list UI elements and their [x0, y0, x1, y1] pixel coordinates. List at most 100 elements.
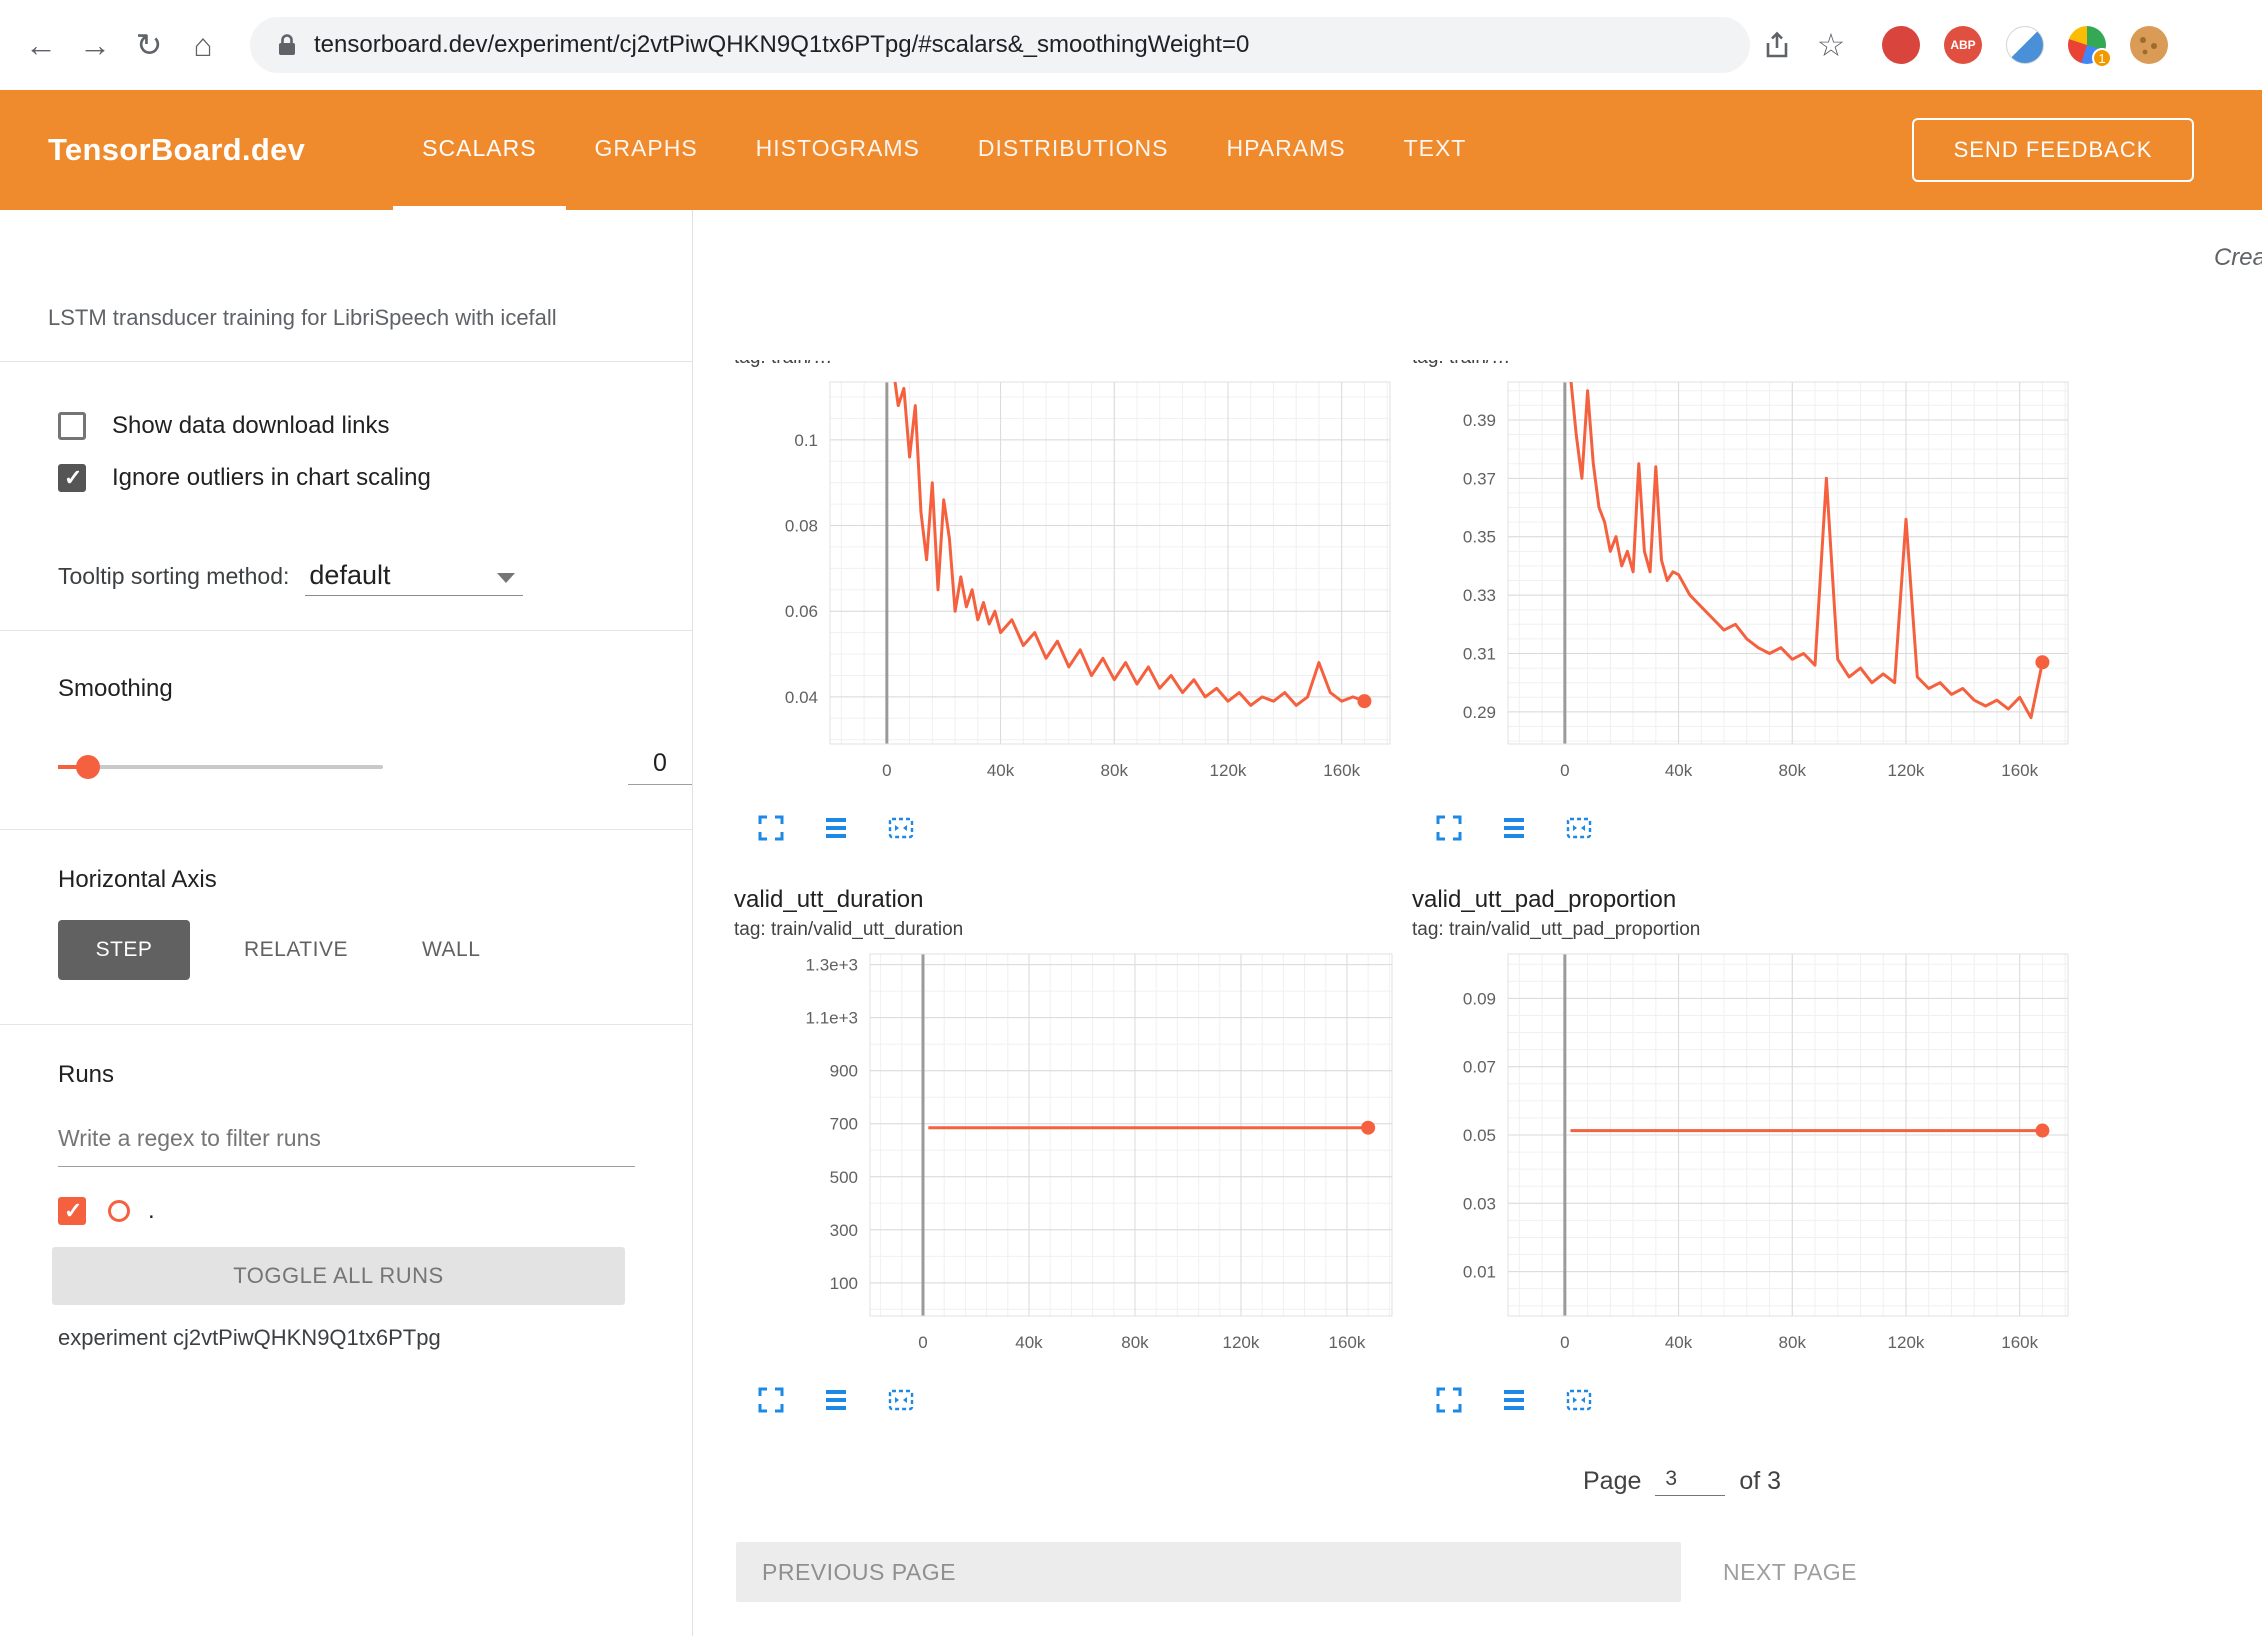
chart-tag: tag: train/valid_utt_pad_proportion	[1412, 916, 2072, 944]
fit-domain-icon[interactable]	[1564, 1385, 1594, 1415]
svg-text:0.04: 0.04	[785, 688, 818, 707]
svg-text:0: 0	[1560, 1333, 1569, 1352]
main-content: Crea tag: train/… 0.10.080.060.04040k80k…	[693, 210, 2262, 1636]
svg-text:0.37: 0.37	[1463, 469, 1496, 488]
axis-wall-button[interactable]: WALL	[402, 920, 500, 980]
abp-extension-icon[interactable]: ABP	[1944, 26, 1982, 64]
back-icon[interactable]: ←	[14, 18, 68, 72]
tab-scalars[interactable]: SCALARS	[393, 90, 565, 210]
run-checkbox[interactable]	[58, 1197, 86, 1225]
smoothing-slider-thumb[interactable]	[76, 755, 100, 779]
svg-text:80k: 80k	[1779, 761, 1807, 780]
charts-scroll-area[interactable]: tag: train/… 0.10.080.060.04040k80k120k1…	[693, 360, 2262, 1636]
expand-chart-icon[interactable]	[756, 813, 786, 843]
abp-label: ABP	[1944, 26, 1982, 64]
svg-text:0.31: 0.31	[1463, 645, 1496, 664]
created-clipped-text: Crea	[2214, 244, 2262, 272]
show-download-links-checkbox[interactable]	[58, 412, 86, 440]
data-list-icon[interactable]	[1499, 1385, 1529, 1415]
svg-text:80k: 80k	[1101, 761, 1129, 780]
svg-text:40k: 40k	[987, 761, 1015, 780]
chart-tag: tag: train/valid_utt_duration	[734, 916, 1394, 944]
svg-text:160k: 160k	[2001, 761, 2038, 780]
experiment-id: experiment cj2vtPiwQHKN9Q1tx6PTpg	[58, 1325, 692, 1351]
svg-text:0.05: 0.05	[1463, 1126, 1496, 1145]
app-header: TensorBoard.dev SCALARS GRAPHS HISTOGRAM…	[0, 90, 2262, 210]
svg-text:0.07: 0.07	[1463, 1058, 1496, 1077]
expand-chart-icon[interactable]	[1434, 813, 1464, 843]
previous-page-button[interactable]: PREVIOUS PAGE	[736, 1542, 1681, 1602]
browser-toolbar: ← → ↻ ⌂ tensorboard.dev/experiment/cj2vt…	[0, 0, 2262, 90]
next-page-button[interactable]: NEXT PAGE	[1717, 1542, 1863, 1602]
fit-domain-icon[interactable]	[886, 1385, 916, 1415]
svg-text:700: 700	[830, 1115, 858, 1134]
cookie-extension-icon[interactable]	[2130, 26, 2168, 64]
fit-domain-icon[interactable]	[886, 813, 916, 843]
smoothing-label: Smoothing	[58, 675, 692, 703]
svg-text:40k: 40k	[1665, 761, 1693, 780]
svg-text:1.1e+3: 1.1e+3	[806, 1009, 858, 1028]
ignore-outliers-row[interactable]: Ignore outliers in chart scaling	[58, 464, 692, 492]
tooltip-sorting-dropdown[interactable]: default	[305, 560, 523, 596]
chart-plot[interactable]: 0.10.080.060.04040k80k120k160k	[734, 372, 1394, 792]
pagination: Page of 3	[693, 1456, 2262, 1496]
horizontal-axis-buttons: STEP RELATIVE WALL	[58, 920, 692, 980]
data-list-icon[interactable]	[821, 1385, 851, 1415]
home-icon[interactable]: ⌂	[176, 18, 230, 72]
chart-plot[interactable]: 0.090.070.050.030.01040k80k120k160k	[1412, 944, 2072, 1364]
chart-title: valid_utt_duration	[734, 884, 1394, 916]
adblock-extension-icon[interactable]	[1882, 26, 1920, 64]
expand-chart-icon[interactable]	[756, 1385, 786, 1415]
reload-icon[interactable]: ↻	[122, 18, 176, 72]
created-row: Crea	[693, 210, 2262, 360]
data-list-icon[interactable]	[1499, 813, 1529, 843]
svg-text:80k: 80k	[1779, 1333, 1807, 1352]
chart-plot[interactable]: 1.3e+31.1e+3900700500300100040k80k120k16…	[734, 944, 1394, 1364]
send-feedback-button[interactable]: SEND FEEDBACK	[1912, 118, 2194, 182]
run-name: .	[148, 1197, 155, 1225]
url-bar[interactable]: tensorboard.dev/experiment/cj2vtPiwQHKN9…	[250, 17, 1750, 73]
divider	[0, 829, 692, 830]
smoothing-slider[interactable]	[58, 765, 383, 769]
expand-chart-icon[interactable]	[1434, 1385, 1464, 1415]
svg-text:160k: 160k	[2001, 1333, 2038, 1352]
tab-histograms[interactable]: HISTOGRAMS	[727, 90, 949, 210]
ignore-outliers-checkbox[interactable]	[58, 464, 86, 492]
tab-text[interactable]: TEXT	[1375, 90, 1496, 210]
svg-text:40k: 40k	[1015, 1333, 1043, 1352]
show-download-links-row[interactable]: Show data download links	[58, 412, 692, 440]
ignore-outliers-label: Ignore outliers in chart scaling	[112, 464, 431, 492]
chart-tag: tag: train/…	[1412, 360, 2072, 372]
forward-icon[interactable]: →	[68, 18, 122, 72]
tab-distributions[interactable]: DISTRIBUTIONS	[949, 90, 1198, 210]
tab-graphs[interactable]: GRAPHS	[566, 90, 727, 210]
svg-text:0: 0	[918, 1333, 927, 1352]
chevron-down-icon	[497, 573, 515, 583]
data-list-icon[interactable]	[821, 813, 851, 843]
page-of-label: of 3	[1739, 1467, 1781, 1496]
toggle-all-runs-button[interactable]: TOGGLE ALL RUNS	[52, 1247, 625, 1305]
smoothing-value-field[interactable]: 0	[628, 749, 692, 785]
page-number-input[interactable]	[1655, 1467, 1725, 1496]
blue-extension-icon[interactable]	[2006, 26, 2044, 64]
profile-avatar[interactable]: 1	[2068, 26, 2106, 64]
horizontal-axis-label: Horizontal Axis	[58, 866, 692, 894]
chart-plot[interactable]: 0.390.370.350.330.310.29040k80k120k160k	[1412, 372, 2072, 792]
svg-text:0: 0	[1560, 761, 1569, 780]
svg-text:120k: 120k	[1888, 1333, 1925, 1352]
bookmark-star-icon[interactable]: ☆	[1804, 18, 1858, 72]
lock-icon	[276, 32, 298, 58]
profile-badge: 1	[2092, 48, 2112, 68]
svg-text:0.33: 0.33	[1463, 586, 1496, 605]
axis-step-button[interactable]: STEP	[58, 920, 190, 980]
runs-filter-input[interactable]	[58, 1115, 635, 1167]
svg-text:0.1: 0.1	[794, 431, 818, 450]
charts-grid: tag: train/… 0.10.080.060.04040k80k120k1…	[734, 360, 2262, 1456]
axis-relative-button[interactable]: RELATIVE	[224, 920, 368, 980]
fit-domain-icon[interactable]	[1564, 813, 1594, 843]
run-row[interactable]: .	[58, 1197, 692, 1225]
svg-text:0.08: 0.08	[785, 517, 818, 536]
share-icon[interactable]	[1750, 18, 1804, 72]
run-color-swatch	[108, 1200, 130, 1222]
tab-hparams[interactable]: HPARAMS	[1198, 90, 1375, 210]
